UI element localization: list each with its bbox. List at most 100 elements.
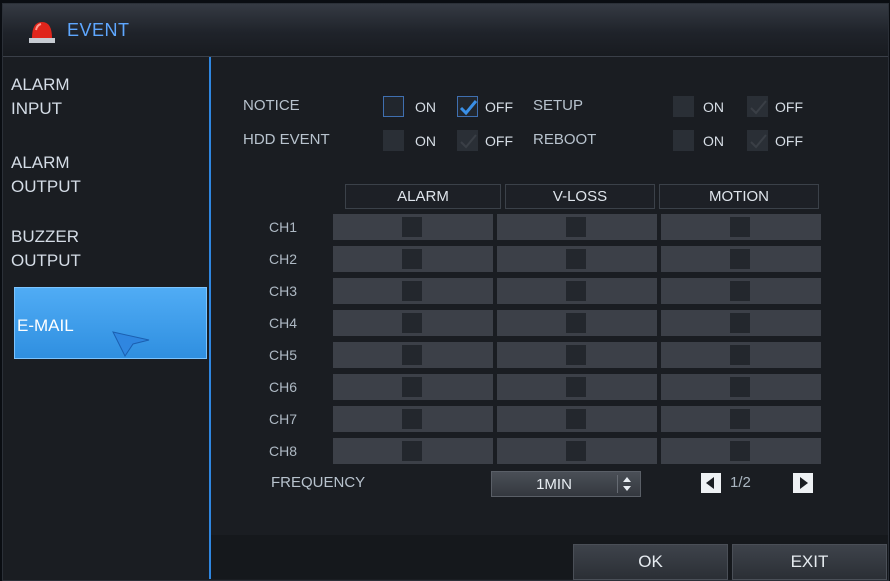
grid-cell-alarm-ch6 <box>333 374 493 400</box>
sidebar-item-email[interactable]: E-MAIL <box>14 287 207 359</box>
hdd-event-on-label: ON <box>415 133 436 149</box>
grid-cell-alarm-ch7 <box>333 406 493 432</box>
spinner-arrows-icon[interactable] <box>617 475 636 493</box>
grid-cell-v-loss-ch5 <box>497 342 657 368</box>
sidebar-item-label-line2: INPUT <box>11 99 62 118</box>
grid-checkbox[interactable] <box>402 409 422 429</box>
reboot-label: REBOOT <box>533 131 597 148</box>
reboot-off-checkbox[interactable] <box>747 130 768 151</box>
alarm-siren-icon <box>27 18 57 44</box>
setup-off-checkbox[interactable] <box>747 96 768 117</box>
setup-off-label: OFF <box>775 99 803 115</box>
sidebar-item-alarm-input[interactable]: ALARM INPUT <box>11 73 207 121</box>
channel-label: CH3 <box>269 283 298 299</box>
checkmark-icon <box>460 134 477 149</box>
reboot-off-label: OFF <box>775 133 803 149</box>
sidebar-item-label-line2: OUTPUT <box>11 177 81 196</box>
grid-checkbox[interactable] <box>566 409 586 429</box>
grid-checkbox[interactable] <box>402 345 422 365</box>
grid-cell-motion-ch8 <box>661 438 821 464</box>
grid-checkbox[interactable] <box>730 217 750 237</box>
notice-off-label: OFF <box>485 99 513 115</box>
checkmark-icon <box>750 134 767 149</box>
column-header-motion: MOTION <box>659 184 819 209</box>
window-title: EVENT <box>67 20 130 40</box>
channel-label: CH7 <box>269 411 298 427</box>
grid-cell-motion-ch6 <box>661 374 821 400</box>
sidebar: ALARM INPUT ALARM OUTPUT BUZZER OUTPUT E… <box>3 57 211 579</box>
grid-checkbox[interactable] <box>730 441 750 461</box>
prev-page-button[interactable] <box>701 473 721 493</box>
channel-label: CH6 <box>269 379 298 395</box>
grid-checkbox[interactable] <box>402 249 422 269</box>
grid-checkbox[interactable] <box>566 345 586 365</box>
grid-checkbox[interactable] <box>402 313 422 333</box>
grid-cell-v-loss-ch7 <box>497 406 657 432</box>
page-indicator: 1/2 <box>730 474 751 491</box>
grid-checkbox[interactable] <box>402 441 422 461</box>
grid-cell-alarm-ch4 <box>333 310 493 336</box>
sidebar-item-label-line2: OUTPUT <box>11 251 81 270</box>
grid-checkbox[interactable] <box>566 217 586 237</box>
grid-checkbox[interactable] <box>402 377 422 397</box>
channel-label: CH4 <box>269 315 298 331</box>
notice-label: NOTICE <box>243 97 300 114</box>
reboot-on-label: ON <box>703 133 724 149</box>
reboot-on-checkbox[interactable] <box>673 130 694 151</box>
grid-cell-v-loss-ch8 <box>497 438 657 464</box>
grid-checkbox[interactable] <box>730 313 750 333</box>
grid-cell-alarm-ch2 <box>333 246 493 272</box>
event-window: EVENT ALARM INPUT ALARM OUTPUT BUZZER OU… <box>2 3 889 581</box>
grid-cell-motion-ch2 <box>661 246 821 272</box>
checkmark-icon <box>750 100 767 115</box>
grid-checkbox[interactable] <box>730 345 750 365</box>
hdd-event-on-checkbox[interactable] <box>383 130 404 151</box>
sidebar-item-label: E-MAIL <box>17 316 74 335</box>
grid-checkbox[interactable] <box>566 313 586 333</box>
sidebar-item-label-line1: ALARM <box>11 153 70 172</box>
notice-off-checkbox[interactable] <box>457 96 478 117</box>
grid-cell-v-loss-ch2 <box>497 246 657 272</box>
grid-checkbox[interactable] <box>566 249 586 269</box>
grid-checkbox[interactable] <box>730 249 750 269</box>
hdd-event-off-checkbox[interactable] <box>457 130 478 151</box>
notice-on-label: ON <box>415 99 436 115</box>
sidebar-item-label-line1: BUZZER <box>11 227 79 246</box>
grid-cell-alarm-ch5 <box>333 342 493 368</box>
grid-cell-v-loss-ch3 <box>497 278 657 304</box>
title-bar: EVENT <box>3 4 888 57</box>
sidebar-item-buzzer-output[interactable]: BUZZER OUTPUT <box>11 225 207 273</box>
exit-button[interactable]: EXIT <box>732 544 887 580</box>
setup-label: SETUP <box>533 97 584 114</box>
grid-checkbox[interactable] <box>566 281 586 301</box>
grid-checkbox[interactable] <box>402 281 422 301</box>
ok-button[interactable]: OK <box>573 544 728 580</box>
frequency-label: FREQUENCY <box>271 474 366 491</box>
notice-on-checkbox[interactable] <box>383 96 404 117</box>
frequency-select[interactable]: 1MIN <box>491 471 641 497</box>
grid-cell-alarm-ch8 <box>333 438 493 464</box>
channel-label: CH8 <box>269 443 298 459</box>
sidebar-item-alarm-output[interactable]: ALARM OUTPUT <box>11 151 207 199</box>
grid-checkbox[interactable] <box>730 281 750 301</box>
main-panel: NOTICE ON OFF SETUP ON OFF HDD EVENT ON … <box>211 57 888 580</box>
grid-checkbox[interactable] <box>566 377 586 397</box>
grid-cell-v-loss-ch4 <box>497 310 657 336</box>
triangle-left-icon <box>706 477 714 489</box>
grid-cell-alarm-ch1 <box>333 214 493 240</box>
channel-label: CH5 <box>269 347 298 363</box>
grid-checkbox[interactable] <box>402 217 422 237</box>
grid-checkbox[interactable] <box>730 377 750 397</box>
sidebar-item-label-line1: ALARM <box>11 75 70 94</box>
grid-cell-motion-ch4 <box>661 310 821 336</box>
grid-checkbox[interactable] <box>566 441 586 461</box>
setup-on-checkbox[interactable] <box>673 96 694 117</box>
next-page-button[interactable] <box>793 473 813 493</box>
grid-cell-motion-ch7 <box>661 406 821 432</box>
channel-label: CH2 <box>269 251 298 267</box>
frequency-value: 1MIN <box>536 476 572 493</box>
grid-cell-motion-ch5 <box>661 342 821 368</box>
hdd-event-label: HDD EVENT <box>243 131 330 148</box>
grid-checkbox[interactable] <box>730 409 750 429</box>
grid-cell-motion-ch3 <box>661 278 821 304</box>
